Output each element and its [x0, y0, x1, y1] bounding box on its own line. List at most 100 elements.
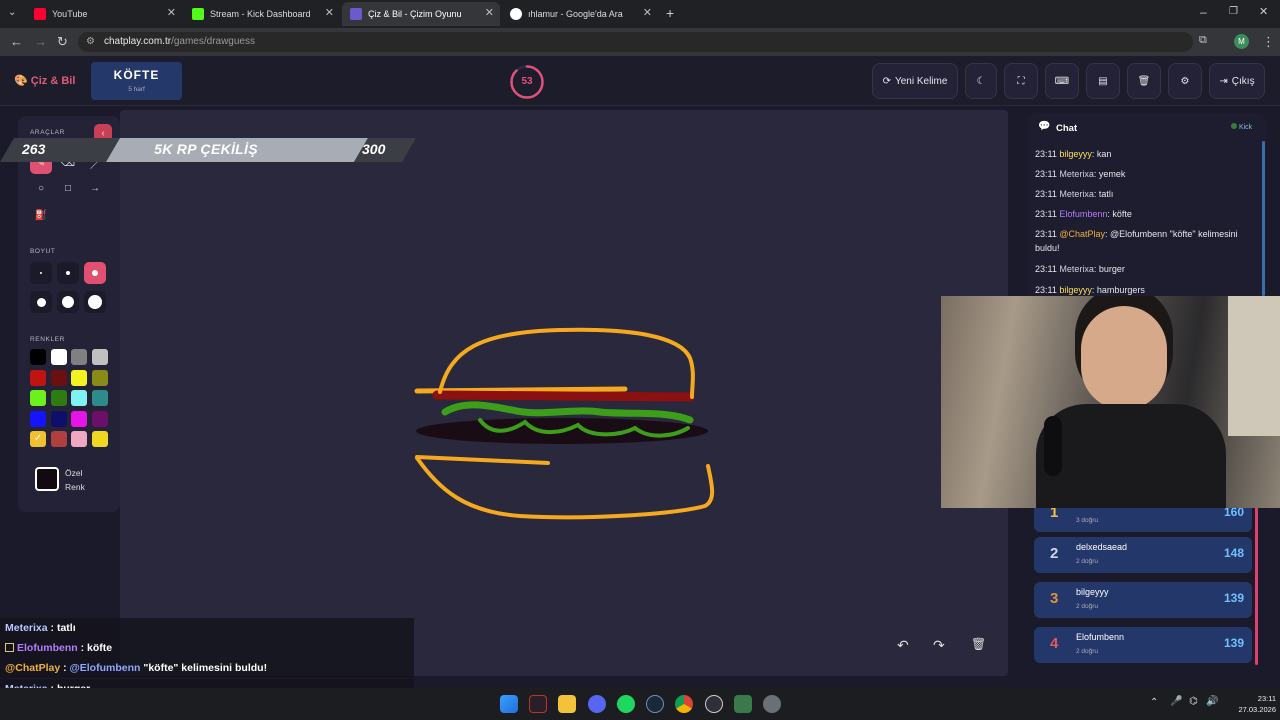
clock-time: 23:11 [1257, 694, 1276, 703]
rectangle-tool-button[interactable]: □ [57, 177, 79, 199]
logout-button[interactable]: ⇥ Çıkış [1209, 63, 1265, 99]
forward-icon[interactable]: → [34, 34, 47, 49]
drawing-canvas[interactable]: ↶ ↷ 🗑 [120, 110, 1008, 676]
volume-icon[interactable]: 🔊 [1206, 696, 1218, 707]
delete-button[interactable]: 🗑 [1127, 63, 1161, 99]
banner-title: 5K RP ÇEKİLİŞ [154, 141, 258, 157]
start-icon[interactable] [500, 695, 518, 713]
circle-tool-button[interactable]: ○ [30, 177, 52, 199]
menu-kebab-icon[interactable]: ⋮ [1262, 34, 1275, 50]
discord-icon[interactable] [588, 695, 606, 713]
settings-app-icon[interactable] [763, 695, 781, 713]
color-swatch[interactable] [30, 349, 46, 365]
spotify-icon[interactable] [617, 695, 635, 713]
window-close-icon[interactable]: ✕ [1259, 5, 1268, 18]
chat-user[interactable]: Meterixa [1059, 264, 1094, 274]
network-icon[interactable]: ⌬ [1189, 696, 1198, 707]
color-swatch[interactable] [91, 369, 108, 386]
size-6-button[interactable] [84, 291, 106, 313]
site-info-icon[interactable]: ⚙ [86, 32, 95, 52]
restore-icon[interactable]: ❐ [1229, 6, 1238, 17]
tab-ciz-bil[interactable]: Çiz & Bil - Çizim Oyunu ✕ [342, 2, 500, 26]
webcam-overlay [941, 296, 1280, 508]
color-swatch[interactable] [91, 349, 108, 365]
keyboard-button[interactable]: ⌨ [1045, 63, 1079, 99]
chat-message: 23:11 bilgeyyy: kan [1035, 147, 1257, 161]
size-1-button[interactable] [30, 262, 52, 284]
tray-chevron-icon[interactable]: ⌃ [1150, 697, 1158, 708]
word-card: KÖFTE 5 harf [91, 62, 182, 100]
leaderboard-row[interactable]: 3 bilgeyyy 2 doğru 139 [1034, 582, 1252, 618]
leaderboard-scrollbar[interactable] [1255, 505, 1258, 665]
color-swatch[interactable] [71, 410, 87, 427]
archive-button[interactable]: ▤ [1086, 63, 1120, 99]
color-swatch[interactable] [71, 390, 87, 406]
new-word-button[interactable]: ⟳ Yeni Kelime [872, 63, 958, 99]
color-swatch[interactable] [50, 431, 67, 447]
color-swatch[interactable] [50, 349, 67, 365]
chat-scrollbar[interactable] [1262, 141, 1265, 296]
color-swatch[interactable] [71, 431, 87, 447]
size-4-button[interactable] [30, 291, 52, 313]
color-swatch[interactable] [71, 369, 87, 386]
color-swatch[interactable] [30, 369, 46, 386]
settings-button[interactable]: ⚙ [1168, 63, 1202, 99]
chat-user[interactable]: @ChatPlay [1059, 229, 1105, 239]
tab-youtube[interactable]: YouTube ✕ [26, 2, 182, 26]
close-icon[interactable]: ✕ [485, 6, 494, 19]
color-swatch[interactable] [71, 349, 87, 365]
undo-button[interactable]: ↶ [897, 637, 919, 659]
size-2-button[interactable] [57, 262, 79, 284]
fullscreen-button[interactable]: ⛶ [1004, 63, 1038, 99]
color-swatch[interactable] [91, 431, 108, 447]
microphone-icon[interactable]: 🎤 [1170, 696, 1182, 707]
new-tab-icon[interactable]: + [666, 5, 674, 21]
chat-user[interactable]: bilgeyyy [1059, 285, 1092, 295]
app-logo[interactable]: 🎨 Çiz & Bil [14, 74, 75, 87]
address-bar[interactable]: ⚙ chatplay.com.tr/games/drawguess [78, 32, 1193, 52]
taskbar-clock[interactable]: 23:11 27.03.2026 [1224, 693, 1276, 715]
clear-canvas-button[interactable]: 🗑 [971, 637, 993, 659]
redo-button[interactable]: ↷ [933, 637, 955, 659]
chat-user[interactable]: bilgeyyy [1059, 149, 1092, 159]
app-icon[interactable] [734, 695, 752, 713]
color-swatch[interactable] [30, 390, 46, 406]
dark-mode-button[interactable]: ☾ [965, 63, 997, 99]
size-5-button[interactable] [57, 291, 79, 313]
chat-user[interactable]: Elofumbenn [1059, 209, 1107, 219]
extensions-icon[interactable]: ⧉ [1199, 34, 1207, 47]
vivaldi-icon[interactable] [529, 695, 547, 713]
obs-icon[interactable] [705, 695, 723, 713]
tab-kick-dashboard[interactable]: Stream - Kick Dashboard ✕ [184, 2, 340, 26]
chat-user[interactable]: Meterixa [1059, 189, 1094, 199]
color-swatch[interactable] [50, 369, 67, 386]
custom-color-swatch[interactable] [35, 467, 59, 491]
file-explorer-icon[interactable] [558, 695, 576, 713]
steam-icon[interactable] [646, 695, 664, 713]
color-swatch[interactable] [91, 390, 108, 406]
color-swatch[interactable] [50, 410, 67, 427]
fill-tool-button[interactable]: ⛽ [30, 204, 52, 226]
leaderboard-row[interactable]: 4 Elofumbenn 2 doğru 139 [1034, 627, 1252, 663]
profile-avatar[interactable]: M [1234, 34, 1249, 49]
minimize-icon[interactable]: – [1200, 5, 1207, 19]
size-3-button[interactable] [84, 262, 106, 284]
leaderboard-correct-count: 2 doğru [1076, 603, 1099, 610]
tab-google-search[interactable]: ıhlamur - Google'da Ara ✕ [502, 2, 658, 26]
chrome-icon[interactable] [675, 695, 693, 713]
leaderboard-row[interactable]: 2 delxedsaead 2 doğru 148 [1034, 537, 1252, 573]
color-swatch[interactable] [91, 410, 108, 427]
color-swatch[interactable] [30, 410, 46, 427]
close-icon[interactable]: ✕ [643, 6, 652, 19]
leaderboard-score: 148 [1223, 546, 1244, 560]
color-swatch[interactable] [50, 390, 67, 406]
reload-icon[interactable]: ↻ [57, 34, 68, 50]
back-icon[interactable]: ← [10, 34, 23, 49]
close-icon[interactable]: ✕ [167, 6, 176, 19]
tab-search-icon[interactable]: ⌄ [8, 7, 16, 18]
close-icon[interactable]: ✕ [325, 6, 334, 19]
chat-user[interactable]: Meterixa [1059, 169, 1094, 179]
color-swatch[interactable]: ✓ [30, 431, 46, 447]
arrow-tool-button[interactable]: → [84, 177, 106, 199]
check-icon: ✓ [33, 433, 43, 444]
